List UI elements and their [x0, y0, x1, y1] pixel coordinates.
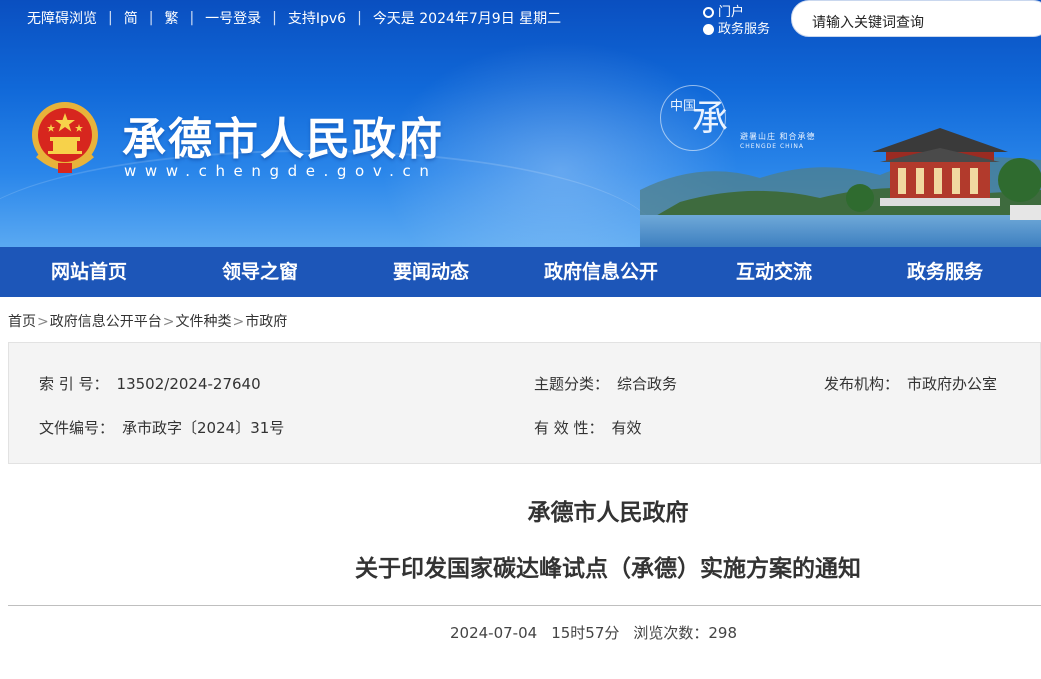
meta-doc-no-value: 承市政字〔2024〕31号	[122, 419, 285, 437]
meta-publisher-value: 市政府办公室	[907, 375, 998, 393]
meta-publisher: 发布机构： 市政府办公室	[824, 373, 997, 394]
landscape-pavilion-illustration	[640, 128, 1041, 247]
breadcrumb-info-platform[interactable]: 政府信息公开平台	[50, 314, 162, 330]
traditional-chinese-link[interactable]: 繁	[164, 8, 178, 28]
nav-home[interactable]: 网站首页	[51, 247, 127, 297]
meta-index-value: 13502/2024-27640	[116, 375, 261, 393]
divider: |	[148, 10, 154, 26]
breadcrumb-separator: >	[37, 314, 49, 330]
breadcrumb-city-gov[interactable]: 市政府	[245, 314, 287, 330]
simplified-chinese-link[interactable]: 简	[124, 8, 138, 28]
national-emblem-icon	[32, 102, 98, 173]
meta-validity: 有 效 性： 有效	[534, 417, 642, 438]
search-scope-group: 门户 政务服务	[703, 4, 770, 38]
meta-index: 索 引 号： 13502/2024-27640	[39, 373, 261, 394]
breadcrumb-home[interactable]: 首页	[8, 314, 36, 330]
pavilion	[872, 128, 1008, 206]
site-title: 承德市人民政府	[122, 114, 444, 165]
meta-publisher-label: 发布机构：	[824, 375, 900, 393]
nav-gov-info[interactable]: 政府信息公开	[544, 247, 658, 297]
meta-doc-no: 文件编号： 承市政字〔2024〕31号	[39, 417, 284, 438]
scope-service-radio[interactable]: 政务服务	[703, 21, 770, 38]
article-title: 关于印发国家碳达峰试点（承德）实施方案的通知	[355, 556, 861, 582]
article-date: 2024-07-04	[450, 624, 538, 642]
nav-news[interactable]: 要闻动态	[393, 247, 469, 297]
top-utility-bar: 无障碍浏览 | 简 | 繁 | 一号登录 | 支持Ipv6 | 今天是 2024…	[27, 8, 561, 28]
meta-validity-label: 有 效 性：	[534, 419, 604, 437]
scope-portal-label: 门户	[718, 5, 745, 20]
meta-topic-value: 综合政务	[617, 375, 678, 393]
nav-gov-services[interactable]: 政务服务	[907, 247, 983, 297]
breadcrumb-separator: >	[232, 314, 245, 330]
meta-topic: 主题分类： 综合政务	[534, 373, 677, 394]
document-meta-box: 索 引 号： 13502/2024-27640 主题分类： 综合政务 发布机构： 市政…	[8, 342, 1041, 464]
radio-checked-icon	[703, 7, 714, 18]
header-banner: 无障碍浏览 | 简 | 繁 | 一号登录 | 支持Ipv6 | 今天是 2024…	[0, 0, 1041, 247]
breadcrumb: 首页>政府信息公开平台>文件种类>市政府	[8, 311, 287, 331]
article-views: 浏览次数：298	[633, 624, 738, 642]
meta-doc-no-label: 文件编号：	[39, 419, 115, 437]
meta-validity-value: 有效	[611, 419, 642, 437]
today-date: 今天是 2024年7月9日 星期二	[372, 11, 562, 27]
article-issuer: 承德市人民政府	[527, 500, 689, 526]
meta-topic-label: 主题分类：	[534, 375, 610, 393]
divider: |	[189, 10, 195, 26]
divider: |	[357, 10, 362, 26]
breadcrumb-doc-types[interactable]: 文件种类	[175, 314, 231, 330]
nav-leaders[interactable]: 领导之窗	[222, 247, 298, 297]
divider: |	[272, 10, 277, 26]
breadcrumb-separator: >	[162, 314, 175, 330]
article-time: 15时57分	[551, 624, 620, 642]
nav-interaction[interactable]: 互动交流	[736, 247, 812, 297]
main-nav: 网站首页 领导之窗 要闻动态 政府信息公开 互动交流 政务服务	[0, 247, 1041, 297]
divider: |	[108, 10, 113, 26]
radio-unchecked-icon	[703, 24, 714, 35]
scope-service-label: 政务服务	[718, 22, 771, 37]
title-divider	[8, 605, 1041, 606]
login-link[interactable]: 一号登录	[205, 8, 261, 28]
ipv6-label: 支持Ipv6	[287, 11, 347, 27]
search-input[interactable]: 请输入关键词查询	[791, 0, 1041, 37]
accessibility-link[interactable]: 无障碍浏览	[27, 8, 97, 28]
article-info: 2024-07-04 15时57分 浏览次数：298	[450, 622, 751, 643]
meta-index-label: 索 引 号：	[39, 375, 109, 393]
site-url: www.chengde.gov.cn	[124, 162, 438, 180]
scope-portal-radio[interactable]: 门户	[703, 4, 770, 21]
